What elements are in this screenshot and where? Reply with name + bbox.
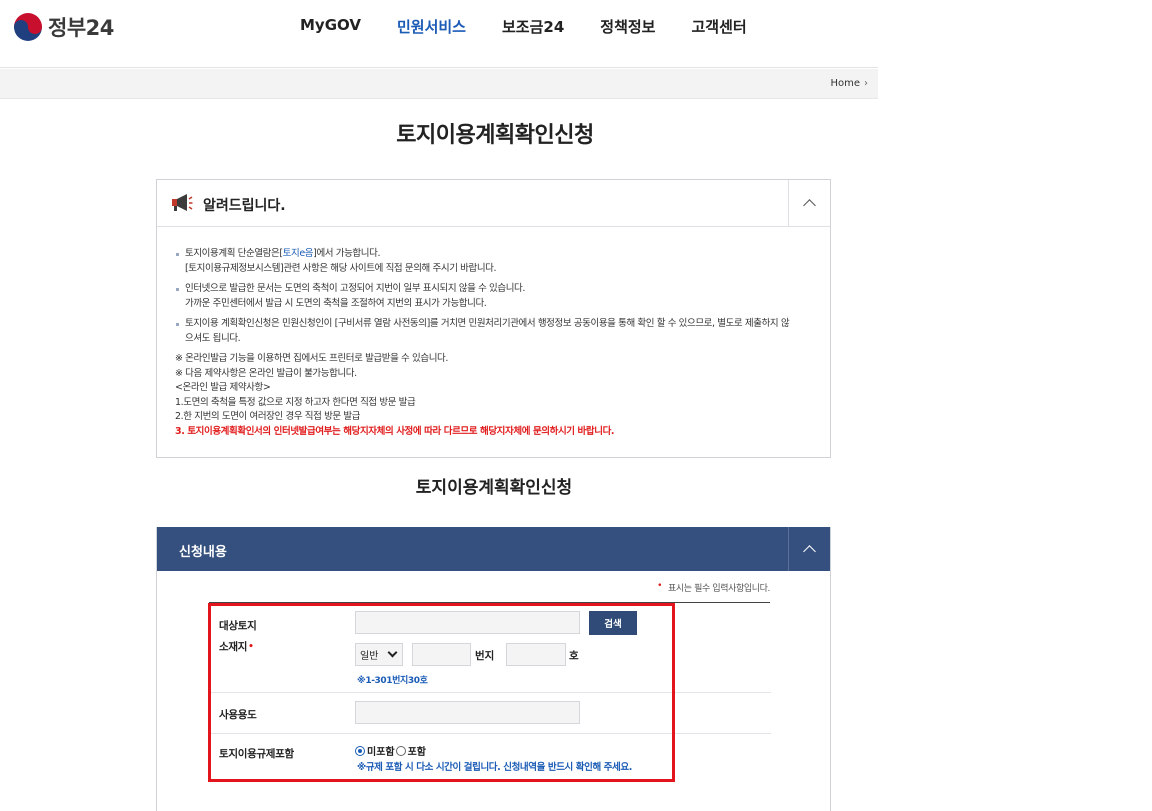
usage-label: 사용용도 bbox=[219, 709, 257, 721]
nav-item-mygov[interactable]: MyGOV bbox=[300, 16, 361, 37]
nav-item-customer-center[interactable]: 고객센터 bbox=[691, 16, 746, 37]
site-header: 정부24 MyGOV 민원서비스 보조금24 정책정보 고객센터 bbox=[0, 0, 878, 68]
section-title: 토지이용계획확인신청 bbox=[415, 478, 573, 498]
notice-note: ※ 온라인발급 기능을 이용하면 집에서도 프린터로 발급받을 수 있습니다. bbox=[175, 353, 448, 364]
notice-title: 알려드립니다. bbox=[203, 198, 286, 214]
application-form: 대상토지 소재지• 검색 일반 번지 호 ※1-301번지30호 사용용도 토지… bbox=[209, 603, 771, 783]
lot-main-unit: 번지 bbox=[475, 650, 495, 662]
regulation-label: 토지이용규제포함 bbox=[219, 748, 294, 760]
notice-warning: 3. 토지이용계획확인서의 인터넷발급여부는 해당지자체의 사정에 따라 다르므… bbox=[175, 425, 615, 437]
search-button[interactable]: 검색 bbox=[589, 611, 637, 635]
lot-main-number-input[interactable] bbox=[412, 643, 471, 666]
form-row-usage: 사용용도 bbox=[209, 693, 771, 734]
panel-collapse-button[interactable] bbox=[788, 527, 830, 571]
radio-exclude[interactable] bbox=[355, 745, 365, 756]
required-mark: • bbox=[248, 642, 254, 652]
nav-item-subsidy[interactable]: 보조금24 bbox=[502, 16, 564, 37]
land-address-input[interactable] bbox=[355, 611, 580, 634]
land-label: 대상토지 소재지• bbox=[219, 620, 257, 653]
chevron-down-icon bbox=[387, 647, 398, 658]
form-row-land: 대상토지 소재지• 검색 일반 번지 호 ※1-301번지30호 bbox=[209, 603, 771, 693]
lot-sub-unit: 호 bbox=[569, 650, 579, 662]
radio-exclude-label[interactable]: 미포함 bbox=[367, 743, 395, 758]
notice-bullet: 토지이용계획 단순열람은[토지e음]에서 가능합니다. [토지이용규제정보시스템… bbox=[175, 247, 812, 276]
main-nav: MyGOV 민원서비스 보조금24 정책정보 고객센터 bbox=[282, 16, 765, 37]
nav-item-policy[interactable]: 정책정보 bbox=[600, 16, 655, 37]
nav-item-civil-service[interactable]: 민원서비스 bbox=[397, 16, 466, 37]
notice-header: 알려드립니다. bbox=[157, 180, 830, 227]
megaphone-icon bbox=[172, 194, 193, 211]
logo-text: 정부24 bbox=[48, 16, 114, 40]
chevron-up-icon bbox=[803, 544, 816, 558]
taegeuk-logo-icon bbox=[14, 13, 42, 41]
land-type-select[interactable]: 일반 bbox=[355, 643, 403, 666]
lot-format-hint: ※1-301번지30호 bbox=[357, 676, 428, 686]
notice-box: 알려드립니다. 토지이용계획 단순열람은[토지e음]에서 가능합니다. [토지이… bbox=[156, 179, 831, 458]
required-mark: • bbox=[657, 581, 663, 591]
toji-eum-link[interactable]: 토지e음 bbox=[283, 248, 314, 259]
notice-note: <온라인 발급 제약사항> bbox=[175, 382, 271, 393]
radio-include[interactable] bbox=[395, 745, 406, 756]
usage-input[interactable] bbox=[355, 701, 580, 724]
panel-header: 신청내용 bbox=[157, 527, 830, 571]
notice-collapse-button[interactable] bbox=[788, 180, 830, 227]
page-title: 토지이용계획확인신청 bbox=[396, 123, 594, 148]
panel-title: 신청내용 bbox=[179, 545, 227, 560]
radio-include-label[interactable]: 포함 bbox=[408, 743, 426, 758]
notice-note: ※ 다음 제약사항은 온라인 발급이 불가능합니다. bbox=[175, 367, 357, 379]
chevron-right-icon: › bbox=[864, 78, 868, 89]
regulation-hint: ※규제 포함 시 다소 시간이 걸립니다. 신청내역을 반드시 확인해 주세요. bbox=[357, 762, 632, 773]
notice-note: 2.한 지번의 도면이 여러장인 경우 직접 방문 발급 bbox=[175, 411, 361, 422]
breadcrumb-home-link[interactable]: Home bbox=[830, 78, 860, 89]
chevron-up-icon bbox=[803, 199, 816, 212]
application-panel: 신청내용 • 표시는 필수 입력사항입니다. 대상토지 소재지• 검색 일반 번지… bbox=[156, 527, 831, 811]
site-logo[interactable]: 정부24 bbox=[14, 12, 114, 42]
regulation-radio-group: 미포함 포함 bbox=[355, 743, 426, 758]
breadcrumb: Home › bbox=[0, 69, 878, 99]
required-note: • 표시는 필수 입력사항입니다. bbox=[657, 581, 770, 594]
form-row-regulation: 토지이용규제포함 미포함 포함 ※규제 포함 시 다소 시간이 걸립니다. 신청… bbox=[209, 734, 771, 783]
notice-body: 토지이용계획 단순열람은[토지e음]에서 가능합니다. [토지이용규제정보시스템… bbox=[157, 227, 830, 439]
notice-note: 1.도면의 축척을 특정 값으로 지정 하고자 한다면 직접 방문 발급 bbox=[175, 396, 416, 408]
lot-sub-number-input[interactable] bbox=[506, 643, 566, 666]
notice-bullet: 토지이용 계획확인신청은 민원신청인이 [구비서류 열람 사전동의]를 거치면 … bbox=[175, 317, 812, 346]
notice-bullet: 인터넷으로 발급한 문서는 도면의 축척이 고정되어 지번이 일부 표시되지 않… bbox=[175, 282, 812, 311]
